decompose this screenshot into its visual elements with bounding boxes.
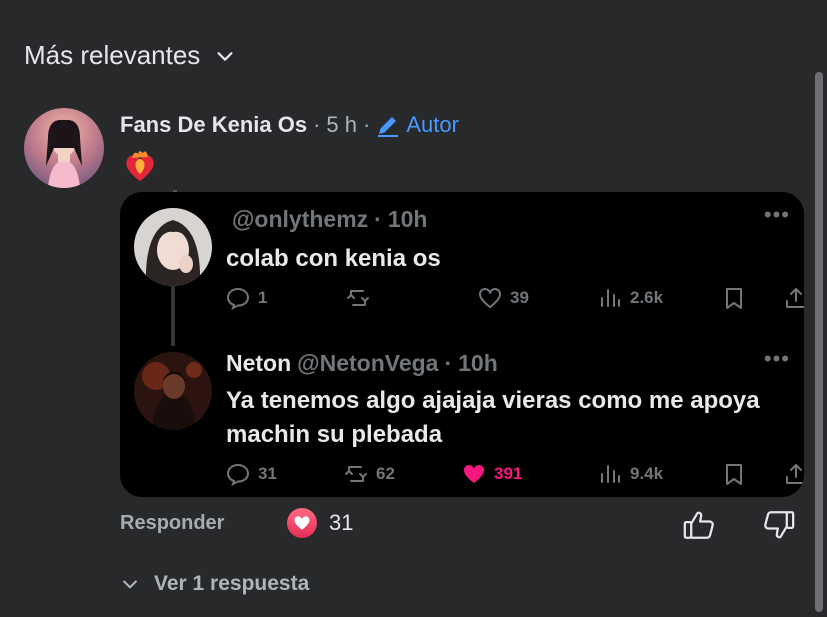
bookmark-action[interactable] xyxy=(722,286,746,310)
tweet-header: @onlythemz · 10h xyxy=(226,206,427,233)
tweet-actions: 31 62 391 9.4k xyxy=(226,462,804,488)
embedded-screenshot[interactable]: @onlythemz · 10h ••• colab con kenia os … xyxy=(120,192,804,497)
tweet-thread-connector xyxy=(171,286,175,346)
tweet-header: Neton @NetonVega · 10h xyxy=(226,350,498,377)
reply-button[interactable]: Responder xyxy=(120,512,224,535)
view-replies-button[interactable]: Ver 1 respuesta xyxy=(120,572,309,596)
tweet-dot: · xyxy=(444,350,453,376)
comment-page: Más relevantes Fans De Kenia Os · 5 h · … xyxy=(0,0,827,617)
tweet-avatar[interactable] xyxy=(134,208,212,286)
more-icon[interactable]: ••• xyxy=(764,204,790,226)
reply-count: 1 xyxy=(258,288,268,307)
views-action[interactable]: 2.6k xyxy=(598,286,663,310)
avatar[interactable] xyxy=(24,108,104,188)
bookmark-icon xyxy=(726,288,742,309)
comment-header: Fans De Kenia Os · 5 h · Autor xyxy=(120,112,459,138)
sort-dropdown[interactable]: Más relevantes xyxy=(24,40,236,71)
more-icon[interactable]: ••• xyxy=(764,348,790,370)
bookmark-icon xyxy=(726,464,742,485)
retweet-count: 62 xyxy=(376,464,395,483)
reply-count: 31 xyxy=(258,464,277,483)
pencil-icon xyxy=(378,117,399,137)
view-count: 2.6k xyxy=(630,288,664,307)
love-reaction-icon xyxy=(287,508,317,538)
like-count: 391 xyxy=(494,464,523,483)
views-icon xyxy=(601,289,620,307)
share-action[interactable] xyxy=(784,462,804,486)
sort-label: Más relevantes xyxy=(24,40,201,70)
tweet-handle[interactable]: @onlythemz xyxy=(232,206,368,233)
views-action[interactable]: 9.4k xyxy=(598,462,663,486)
retweet-action[interactable] xyxy=(346,286,378,310)
author-badge-label: Autor xyxy=(406,112,459,137)
reply-icon xyxy=(226,287,250,310)
tweet-text: Ya tenemos algo ajajaja vieras como me a… xyxy=(226,387,760,448)
retweet-action[interactable]: 62 xyxy=(344,462,395,486)
meta-separator-2: · xyxy=(363,112,371,137)
comment-text xyxy=(122,148,158,189)
reply-action[interactable]: 1 xyxy=(226,286,267,310)
chevron-down-icon xyxy=(123,580,137,589)
meta-separator: · xyxy=(313,112,321,137)
reaction-count: 31 xyxy=(329,510,354,535)
tweet-dot: · xyxy=(374,206,382,232)
author-badge: Autor xyxy=(376,112,459,138)
heart-outline-icon xyxy=(478,287,502,309)
reply-icon xyxy=(226,463,250,486)
comment-actions: Responder 31 xyxy=(120,508,800,540)
retweet-icon xyxy=(345,466,367,482)
like-count: 39 xyxy=(510,288,529,307)
like-action[interactable]: 39 xyxy=(478,286,529,310)
tweet-avatar[interactable] xyxy=(134,352,212,430)
bookmark-action[interactable] xyxy=(722,462,746,486)
reply-action[interactable]: 31 xyxy=(226,462,277,486)
comment-time[interactable]: 5 h xyxy=(326,112,357,138)
tweet-actions: 1 39 2.6k xyxy=(226,286,804,312)
thumbs-down-icon[interactable] xyxy=(762,508,796,542)
tweet-text: colab con kenia os xyxy=(226,245,441,272)
share-icon xyxy=(786,288,804,308)
chevron-down-icon xyxy=(217,51,233,61)
scrollbar[interactable] xyxy=(815,72,823,612)
reaction-summary[interactable]: 31 xyxy=(287,508,353,538)
view-count: 9.4k xyxy=(630,464,664,483)
thumbs-up-icon[interactable] xyxy=(682,508,716,542)
view-replies-label: Ver 1 respuesta xyxy=(154,572,310,595)
share-icon xyxy=(786,464,804,484)
tweet-display-name[interactable]: Neton xyxy=(226,350,291,377)
heart-on-fire-icon xyxy=(126,151,154,181)
author-name[interactable]: Fans De Kenia Os xyxy=(120,112,307,138)
retweet-icon xyxy=(347,290,369,306)
like-action[interactable]: 391 xyxy=(462,462,522,486)
heart-filled-icon xyxy=(464,465,484,483)
tweet-handle[interactable]: @NetonVega xyxy=(297,350,438,377)
tweet-time[interactable]: 10h xyxy=(458,350,498,377)
tweet-time[interactable]: 10h xyxy=(388,206,428,233)
views-icon xyxy=(601,465,620,483)
share-action[interactable] xyxy=(784,286,804,310)
